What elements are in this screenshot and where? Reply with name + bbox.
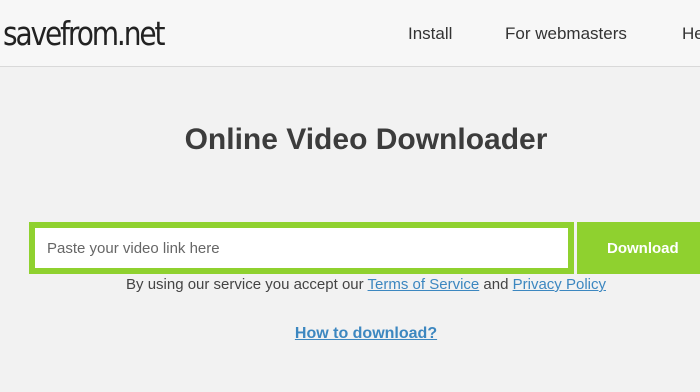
nav-webmasters-link[interactable]: For webmasters	[505, 24, 627, 44]
video-url-input[interactable]	[35, 228, 568, 268]
terms-prefix-text: By using our service you accept our	[126, 276, 364, 293]
top-header: savefrom.net Install For webmasters He	[0, 0, 700, 67]
terms-notice: By using our service you accept our Term…	[0, 276, 700, 294]
download-button[interactable]: Download	[577, 222, 700, 274]
nav-help-link[interactable]: He	[682, 24, 700, 44]
page-title: Online Video Downloader	[184, 123, 548, 156]
privacy-policy-link[interactable]: Privacy Policy	[513, 276, 606, 293]
terms-and-text: and	[483, 276, 509, 293]
site-logo[interactable]: savefrom.net	[3, 14, 166, 54]
how-to-download-link[interactable]: How to download?	[295, 325, 437, 342]
how-to-download-section: How to download?	[0, 324, 700, 344]
terms-of-service-link[interactable]: Terms of Service	[368, 276, 480, 293]
url-input-container	[29, 222, 574, 274]
nav-install-link[interactable]: Install	[408, 24, 452, 44]
